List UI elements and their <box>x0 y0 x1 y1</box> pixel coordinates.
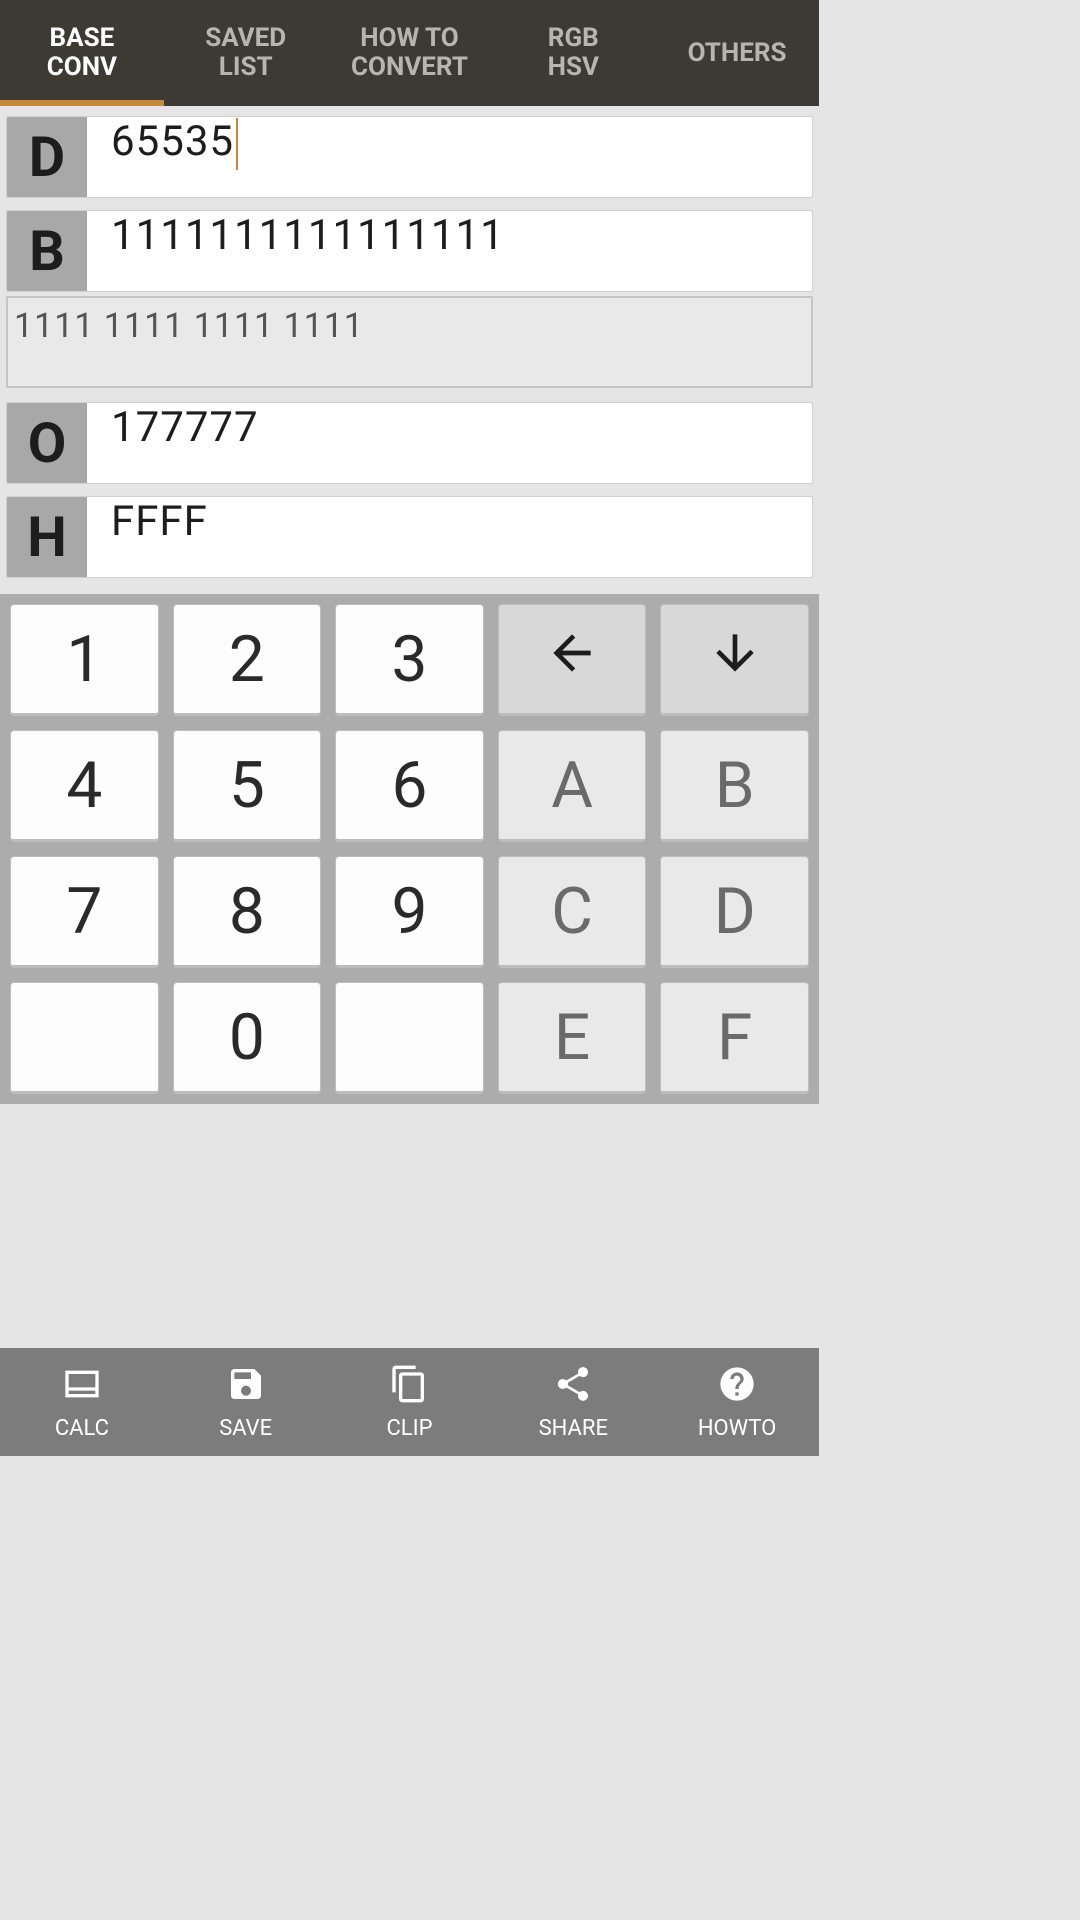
key-6[interactable]: 6 <box>335 730 484 842</box>
octal-row: O 177777 <box>6 402 813 484</box>
binary-label: B <box>7 211 87 291</box>
key-d[interactable]: D <box>660 856 809 968</box>
key-backspace[interactable] <box>498 604 647 716</box>
key-a[interactable]: A <box>498 730 647 842</box>
bottom-howto-label: HOWTO <box>698 1416 776 1441</box>
key-7[interactable]: 7 <box>10 856 159 968</box>
clip-icon <box>389 1364 429 1410</box>
bottom-calc[interactable]: CALC <box>0 1348 164 1456</box>
key-9[interactable]: 9 <box>335 856 484 968</box>
tab-saved-list[interactable]: SAVED LIST <box>164 0 328 106</box>
binary-expanded: 1111 1111 1111 1111 <box>6 296 813 388</box>
key-8[interactable]: 8 <box>173 856 322 968</box>
conversion-area: D 65535 B 1111111111111111 1111 1111 111… <box>0 106 819 594</box>
decimal-row: D 65535 <box>6 116 813 198</box>
bottom-bar: CALC SAVE CLIP SHARE HOWTO <box>0 1348 819 1456</box>
spacer <box>0 1104 819 1348</box>
binary-row: B 1111111111111111 <box>6 210 813 292</box>
bottom-clip[interactable]: CLIP <box>328 1348 492 1456</box>
octal-input[interactable]: 177777 <box>87 403 812 483</box>
key-1[interactable]: 1 <box>10 604 159 716</box>
key-f[interactable]: F <box>660 982 809 1094</box>
help-icon <box>717 1364 757 1410</box>
tab-bar: BASE CONV SAVED LIST HOW TO CONVERT RGB … <box>0 0 819 106</box>
save-icon <box>226 1364 266 1410</box>
key-e[interactable]: E <box>498 982 647 1094</box>
key-2[interactable]: 2 <box>173 604 322 716</box>
hex-input[interactable]: FFFF <box>87 497 812 577</box>
key-b[interactable]: B <box>660 730 809 842</box>
key-4[interactable]: 4 <box>10 730 159 842</box>
tab-base-conv[interactable]: BASE CONV <box>0 0 164 106</box>
arrow-left-icon <box>544 622 600 697</box>
bottom-clip-label: CLIP <box>386 1416 432 1441</box>
bottom-share-label: SHARE <box>539 1416 608 1441</box>
calc-icon <box>62 1364 102 1410</box>
octal-label: O <box>7 403 87 483</box>
key-blank-right[interactable] <box>335 982 484 1094</box>
arrow-down-icon <box>707 622 763 697</box>
bottom-share[interactable]: SHARE <box>491 1348 655 1456</box>
bottom-howto[interactable]: HOWTO <box>655 1348 819 1456</box>
tab-rgb-hsv[interactable]: RGB HSV <box>491 0 655 106</box>
key-0[interactable]: 0 <box>173 982 322 1094</box>
bottom-save[interactable]: SAVE <box>164 1348 328 1456</box>
decimal-input[interactable]: 65535 <box>87 117 812 197</box>
key-c[interactable]: C <box>498 856 647 968</box>
key-3[interactable]: 3 <box>335 604 484 716</box>
bottom-calc-label: CALC <box>55 1416 109 1441</box>
hex-row: H FFFF <box>6 496 813 578</box>
tab-how-to-convert[interactable]: HOW TO CONVERT <box>328 0 492 106</box>
key-5[interactable]: 5 <box>173 730 322 842</box>
key-down[interactable] <box>660 604 809 716</box>
decimal-label: D <box>7 117 87 197</box>
keypad: 1 2 3 4 5 6 A B 7 8 9 C D 0 E F <box>0 594 819 1104</box>
bottom-save-label: SAVE <box>219 1416 272 1441</box>
key-blank-left[interactable] <box>10 982 159 1094</box>
hex-label: H <box>7 497 87 577</box>
binary-input[interactable]: 1111111111111111 <box>87 211 812 291</box>
share-icon <box>553 1364 593 1410</box>
tab-others[interactable]: OTHERS <box>655 0 819 106</box>
